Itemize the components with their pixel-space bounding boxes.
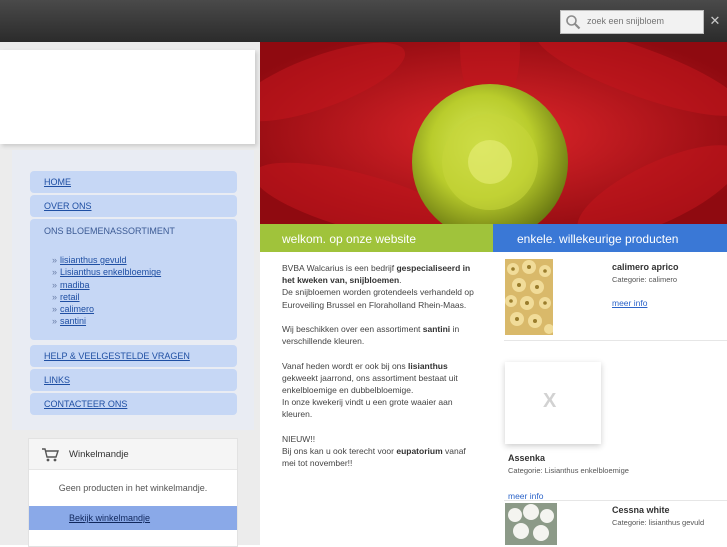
cart-panel: Winkelmandje Geen producten in het winke… [28, 438, 238, 547]
welcome-p4-end: gekweekt jaarrond, ons assortiment besta… [282, 372, 458, 395]
sub-item[interactable]: » calimero [52, 303, 161, 315]
welcome-p6: NIEUW!! [282, 433, 316, 444]
sub-item[interactable]: » santini [52, 315, 161, 327]
sub-item[interactable]: » retail [52, 291, 161, 303]
product-category: Categorie: lisianthus gevuld [612, 518, 705, 527]
nav-home[interactable]: HOME [30, 171, 237, 193]
bullet-icon: » [52, 304, 58, 315]
welcome-p3-bold: santini [422, 324, 451, 334]
product-name[interactable]: calimero aprico [612, 262, 679, 272]
search-input[interactable] [587, 14, 697, 28]
logo-area [0, 50, 255, 144]
sub-item[interactable]: » madiba [52, 279, 161, 291]
welcome-p4: Vanaf heden wordt er ook bij ons [282, 360, 409, 371]
welcome-p2: De snijbloemen worden grotendeels verhan… [282, 287, 474, 310]
product-image-cessna[interactable] [505, 503, 557, 545]
welcome-text: BVBA Walcarius is een bedrijf gespeciali… [282, 262, 478, 469]
product-name[interactable]: Cessna white [612, 505, 670, 515]
welcome-p7: Bij ons kan u ook terecht voor [282, 446, 397, 456]
welcome-p1-end: . [399, 275, 402, 286]
product-name[interactable]: Assenka [508, 453, 545, 463]
welcome-heading: welkom. op onze website [260, 224, 493, 252]
welcome-p3: Wij beschikken over een assortiment [282, 324, 423, 334]
bullet-icon: » [52, 255, 58, 265]
welcome-p1: BVBA Walcarius is een bedrijf [282, 263, 397, 273]
nav-links[interactable]: LINKS [30, 369, 237, 391]
nav-assortment-label[interactable]: ONS BLOEMENASSORTIMENT [44, 226, 175, 236]
product-category: Categorie: Lisianthus enkelbloemige [508, 466, 629, 475]
search-icon [566, 15, 581, 30]
shopping-cart-icon [42, 448, 59, 462]
view-cart-button[interactable]: Bekijk winkelmandje [29, 506, 237, 530]
products-heading: enkele. willekeurige producten [493, 224, 727, 252]
sub-item-label[interactable]: Lisianthus enkelbloemige [60, 267, 161, 277]
product-more-info-link[interactable]: meer info [612, 298, 647, 308]
sub-item-label[interactable]: retail [60, 292, 80, 302]
bullet-icon: » [52, 291, 58, 302]
welcome-p7-bold: eupatorium [396, 446, 443, 456]
close-icon[interactable]: ✕ [706, 12, 724, 30]
welcome-p4-bold: lisianthus [408, 360, 448, 371]
sub-item-label[interactable]: madiba [60, 280, 90, 290]
nav-contact[interactable]: CONTACTEER ONS [30, 393, 237, 415]
sub-item-label[interactable]: lisianthus gevuld [60, 255, 127, 265]
cart-empty-text: Geen producten in het winkelmandje. [58, 483, 208, 493]
divider [504, 340, 727, 341]
hero-image [260, 42, 727, 224]
product-category: Categorie: calimero [612, 275, 678, 284]
nav-about[interactable]: OVER ONS [30, 195, 237, 217]
placeholder-mark: X [543, 390, 557, 412]
sub-item[interactable]: » Lisianthus enkelbloemige [52, 266, 161, 278]
cart-header: Winkelmandje [29, 439, 237, 470]
divider [504, 500, 727, 501]
search-box[interactable] [560, 10, 704, 34]
product-image-placeholder[interactable]: X [505, 362, 601, 444]
sub-item[interactable]: » lisianthus gevuld [52, 254, 161, 266]
sub-item-label[interactable]: santini [60, 316, 86, 326]
welcome-p5: In onze kwekerij vindt u een grote waaie… [282, 397, 453, 420]
bullet-icon: » [52, 279, 58, 290]
product-image-calimero[interactable] [505, 259, 553, 335]
bullet-icon: » [52, 316, 58, 327]
view-cart-label[interactable]: Bekijk winkelmandje [69, 513, 150, 523]
sub-item-label[interactable]: calimero [60, 304, 94, 314]
nav-help[interactable]: HELP & VEELGESTELDE VRAGEN [30, 345, 237, 367]
cart-title: Winkelmandje [69, 449, 129, 460]
assortment-sublist: » lisianthus gevuld » Lisianthus enkelbloe… [52, 254, 161, 328]
flower-image [260, 42, 727, 224]
bullet-icon: » [52, 267, 58, 278]
